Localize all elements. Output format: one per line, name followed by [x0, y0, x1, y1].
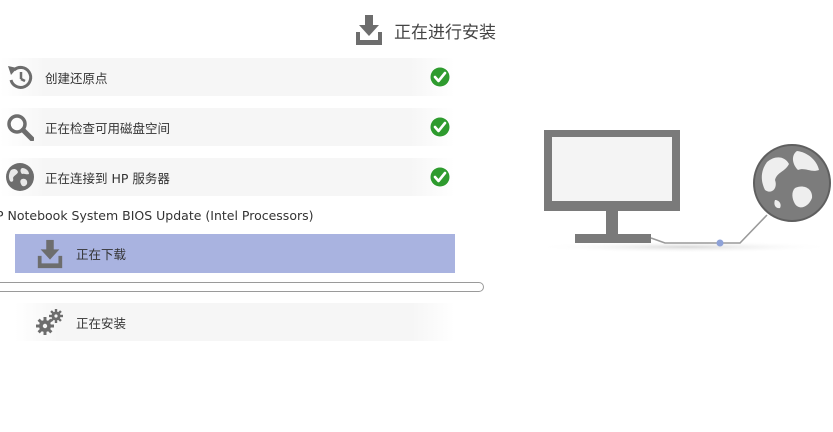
check-icon — [430, 67, 450, 87]
restore-icon — [5, 62, 35, 92]
check-icon — [430, 167, 450, 187]
step-connect-hp-server: 正在连接到 HP 服务器 — [0, 158, 455, 196]
page-title: 正在进行安装 — [394, 22, 496, 43]
step-check-disk-space: 正在检查可用磁盘空间 — [0, 108, 455, 146]
globe-icon — [5, 162, 35, 192]
step-label: 创建还原点 — [45, 70, 108, 86]
download-progress-bar — [0, 282, 484, 292]
step-create-restore-point: 创建还原点 — [0, 58, 455, 96]
step-label: 正在下载 — [76, 247, 127, 262]
download-icon — [356, 15, 382, 45]
product-name: P Notebook System BIOS Update (Intel Pro… — [0, 208, 314, 223]
cable-node — [716, 239, 724, 247]
magnifier-icon — [5, 112, 35, 142]
download-icon — [35, 239, 65, 269]
gears-icon — [35, 307, 65, 337]
step-label: 正在安装 — [76, 315, 127, 331]
check-icon — [430, 117, 450, 137]
step-label: 正在连接到 HP 服务器 — [45, 170, 170, 186]
step-installing: 正在安装 — [15, 303, 455, 341]
step-downloading: 正在下载 — [15, 234, 455, 273]
connection-illustration — [535, 130, 833, 253]
monitor-icon — [544, 130, 680, 243]
network-cable — [650, 214, 768, 244]
globe-icon — [753, 144, 831, 222]
step-label: 正在检查可用磁盘空间 — [45, 120, 171, 136]
page-header: 正在进行安装 — [354, 14, 496, 46]
